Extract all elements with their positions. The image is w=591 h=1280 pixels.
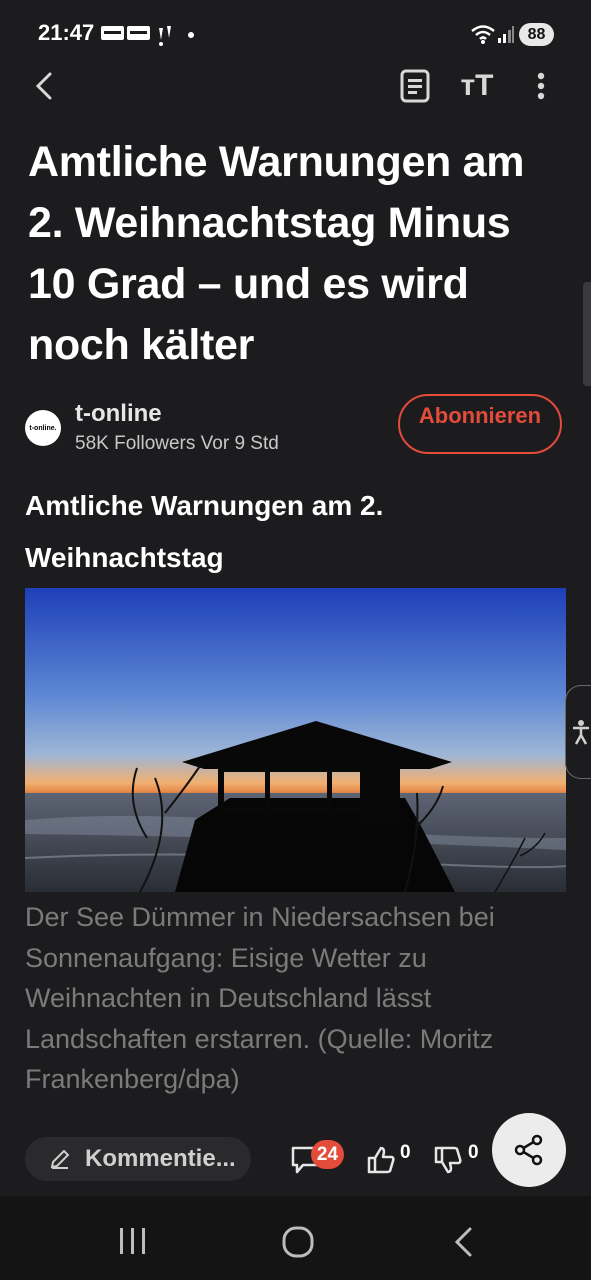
- article-image[interactable]: [25, 588, 566, 892]
- subscribe-button[interactable]: Abonnieren: [398, 394, 562, 454]
- more-vertical-icon: [537, 72, 545, 100]
- share-button[interactable]: [492, 1113, 566, 1187]
- status-bar: 21:47 88: [0, 0, 591, 66]
- publisher-logo[interactable]: t-online.: [25, 410, 61, 446]
- accessibility-icon: [573, 720, 589, 745]
- system-navigation-bar: [0, 1196, 591, 1280]
- status-time: 21:47: [38, 20, 95, 45]
- reader-mode-button[interactable]: [393, 64, 437, 108]
- likes-count: 0: [400, 1142, 411, 1163]
- status-dot: [188, 32, 194, 38]
- pencil-icon: [50, 1149, 70, 1169]
- dislikes-count: 0: [468, 1142, 479, 1163]
- thumbs-down-icon[interactable]: [433, 1145, 463, 1175]
- comment-button-label: Kommentie...: [85, 1145, 236, 1172]
- article-headline: Amtliche Warnungen am 2. Weihnachtstag M…: [28, 138, 525, 369]
- lokale-news-badge-icon: [127, 26, 150, 40]
- publisher-meta: 58K Followers Vor 9 Std: [75, 433, 279, 454]
- lokale-news-badge-icon: [101, 26, 124, 40]
- article-subheading: Amtliche Warnungen am 2. Weihnachtstag: [25, 490, 384, 573]
- share-icon: [514, 1134, 543, 1166]
- battery-indicator: 88: [519, 23, 554, 46]
- comments-count-badge: 24: [311, 1140, 344, 1169]
- notification-icon: [159, 26, 171, 46]
- signal-icon: [498, 26, 514, 43]
- scrollbar-thumb[interactable]: [583, 282, 591, 386]
- chevron-left-icon: [35, 72, 52, 100]
- back-nav-icon[interactable]: [452, 1226, 474, 1258]
- comment-button[interactable]: Kommentie...: [25, 1137, 251, 1181]
- recent-apps-icon[interactable]: [118, 1228, 148, 1254]
- image-caption: Der See Dümmer in Niedersachsen bei Sonn…: [25, 902, 495, 1094]
- more-options-button[interactable]: [519, 64, 563, 108]
- document-icon: [400, 69, 430, 103]
- text-size-button[interactable]: тT: [455, 64, 499, 108]
- home-icon[interactable]: [282, 1226, 314, 1258]
- publisher-name[interactable]: t-online: [75, 400, 162, 428]
- back-button[interactable]: [22, 64, 66, 108]
- wifi-icon: [471, 25, 495, 44]
- thumbs-up-icon[interactable]: [366, 1145, 396, 1175]
- accessibility-button[interactable]: [565, 685, 591, 779]
- text-size-icon: тT: [460, 69, 494, 102]
